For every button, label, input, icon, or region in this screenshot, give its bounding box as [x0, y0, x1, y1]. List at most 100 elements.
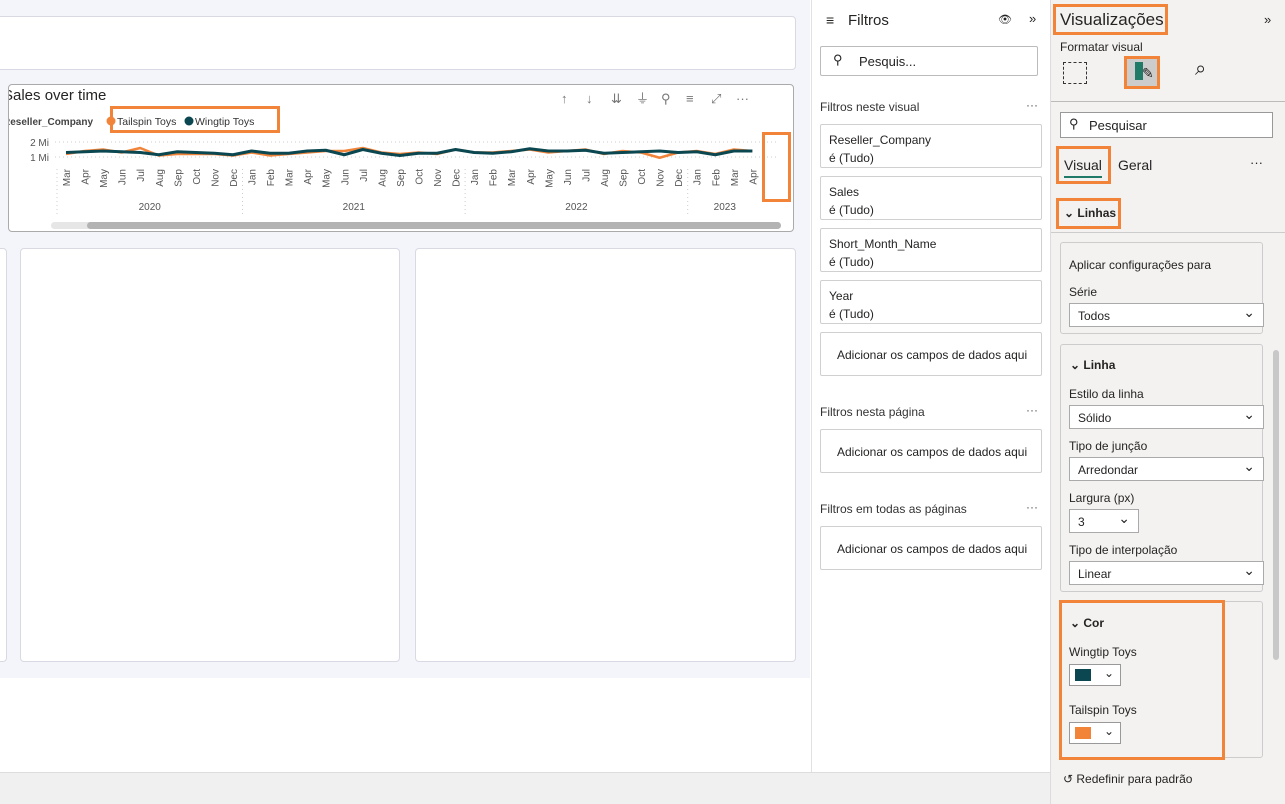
x-tick-label: Jul	[136, 169, 147, 182]
build-visual-icon[interactable]	[1063, 62, 1087, 84]
highlight-apr	[762, 132, 791, 202]
year-label: 2022	[565, 202, 588, 213]
visualizations-pane: Visualizações » Formatar visual ✎ ⌕ ⚲ Pes…	[1050, 0, 1285, 804]
chart-title: Sales over time	[9, 87, 106, 104]
visual-header-icon[interactable]: ⚲	[661, 91, 671, 106]
visual-header-icon[interactable]: ↓	[586, 91, 593, 106]
line-card: ⌄ Linha Estilo da linha Sólido Tipo de j…	[1060, 344, 1264, 592]
x-tick-label: Jan	[248, 169, 259, 185]
year-label: 2021	[343, 202, 366, 213]
filters-on-visual-label: Filtros neste visual	[820, 100, 920, 114]
visual-header-icon[interactable]: ⤢	[711, 91, 721, 106]
search-icon: ⚲	[1069, 116, 1079, 131]
x-tick-label: Aug	[377, 169, 388, 187]
add-fields-visual-drop[interactable]: Adicionar os campos de dados aqui	[820, 332, 1042, 376]
filter-field: Reseller_Company	[829, 133, 932, 147]
tab-visual[interactable]: Visual	[1064, 157, 1102, 178]
add-fields-page-drop[interactable]: Adicionar os campos de dados aqui	[820, 429, 1042, 473]
width-stepper[interactable]: 3	[1069, 509, 1139, 533]
visual-header-icon[interactable]: ⏚	[636, 91, 649, 106]
line-section-header[interactable]: ⌄ Linha	[1070, 358, 1115, 372]
line-label: Linha	[1083, 358, 1116, 372]
reset-label: Redefinir para padrão	[1076, 772, 1193, 786]
x-tick-label: Apr	[748, 168, 759, 184]
filters-on-page-label: Filtros nesta página	[820, 405, 925, 419]
filter-card[interactable]: Short_Month_Name é (Tudo)	[820, 228, 1042, 272]
y-tick-label: 1 Mi	[30, 153, 49, 164]
empty-visual[interactable]	[0, 248, 7, 662]
search-placeholder: Pesquis...	[859, 54, 917, 69]
x-tick-label: Sep	[396, 169, 407, 187]
line-style-dropdown[interactable]: Sólido	[1069, 405, 1264, 429]
report-page: Sales over time Reseller_Company Tailspin …	[0, 0, 810, 678]
more-icon[interactable]: ···	[1026, 500, 1038, 514]
add-fields-all-drop[interactable]: Adicionar os campos de dados aqui	[820, 526, 1042, 570]
series-dropdown[interactable]: Todos	[1069, 303, 1264, 327]
highlight-legend	[110, 106, 280, 133]
x-tick-label: Mar	[285, 168, 296, 186]
x-tick-label: Dec	[229, 169, 240, 187]
x-tick-label: Oct	[414, 169, 425, 185]
analytics-icon[interactable]: ⌕	[1195, 58, 1206, 81]
x-tick-label: Apr	[81, 168, 92, 184]
filter-icon: ≡	[826, 12, 835, 28]
x-tick-label: Apr	[303, 168, 314, 184]
divider	[1051, 101, 1285, 102]
visual-header-icon[interactable]: ≡	[686, 91, 694, 106]
interp-dropdown[interactable]: Linear	[1069, 561, 1264, 585]
more-icon[interactable]: ···	[1026, 98, 1038, 112]
empty-visual-top[interactable]	[0, 16, 796, 70]
search-placeholder: Pesquisar	[1089, 118, 1147, 133]
reset-button[interactable]: ↺ Redefinir para padrão	[1063, 772, 1192, 786]
interp-label: Tipo de interpolação	[1069, 543, 1178, 557]
visual-header-icon[interactable]: ···	[736, 91, 749, 106]
filter-value: é (Tudo)	[829, 307, 874, 321]
x-tick-label: Nov	[433, 169, 444, 187]
year-label: 2023	[714, 202, 737, 213]
visual-header-icon[interactable]: ↑	[561, 91, 568, 106]
filters-all-pages-label: Filtros em todas as páginas	[820, 502, 967, 516]
filter-field: Short_Month_Name	[829, 237, 937, 251]
width-label: Largura (px)	[1069, 491, 1135, 505]
x-tick-label: Oct	[637, 169, 648, 185]
x-tick-label: May	[99, 169, 110, 188]
viz-search-input[interactable]: ⚲ Pesquisar	[1060, 112, 1273, 138]
scrollbar-thumb[interactable]	[87, 222, 781, 229]
lines-section-header[interactable]: ⌄ Linhas	[1064, 206, 1116, 220]
filter-value: é (Tudo)	[829, 151, 874, 165]
x-tick-label: May	[322, 169, 333, 188]
more-icon[interactable]: ···	[1250, 155, 1263, 170]
empty-visual[interactable]	[415, 248, 796, 662]
x-tick-label: Mar	[730, 168, 741, 186]
x-tick-label: Mar	[507, 168, 518, 186]
lines-label: Linhas	[1077, 206, 1117, 220]
filters-title: Filtros	[848, 12, 889, 29]
x-tick-label: Oct	[192, 169, 203, 185]
x-tick-label: Feb	[489, 169, 500, 187]
join-type-dropdown[interactable]: Arredondar	[1069, 457, 1264, 481]
join-type-label: Tipo de junção	[1069, 439, 1148, 453]
x-tick-label: Feb	[711, 169, 722, 187]
tab-general[interactable]: Geral	[1118, 157, 1152, 173]
collapse-icon[interactable]: »	[1264, 12, 1271, 27]
scrollbar[interactable]	[1273, 350, 1279, 660]
apply-settings-label: Aplicar configurações para	[1069, 258, 1212, 272]
collapse-icon[interactable]: »	[1029, 11, 1036, 26]
empty-visual[interactable]	[20, 248, 400, 662]
format-visual-label: Formatar visual	[1060, 40, 1143, 54]
x-tick-label: Sep	[619, 169, 630, 187]
filter-card[interactable]: Sales é (Tudo)	[820, 176, 1042, 220]
filter-field: Year	[829, 289, 854, 303]
format-visual-icon[interactable]: ✎	[1124, 56, 1160, 89]
x-tick-label: Dec	[674, 169, 685, 187]
x-tick-label: Sep	[173, 169, 184, 187]
visual-header-icon[interactable]: ⇊	[611, 91, 622, 106]
line-style-label: Estilo da linha	[1069, 387, 1144, 401]
filter-card[interactable]: Year é (Tudo)	[820, 280, 1042, 324]
eye-icon[interactable]: 👁	[998, 13, 1012, 26]
x-tick-label: Jun	[118, 169, 129, 185]
filters-search-input[interactable]: ⚲ Pesquis...	[820, 46, 1038, 76]
divider	[1051, 232, 1285, 233]
more-icon[interactable]: ···	[1026, 403, 1038, 417]
filter-card[interactable]: Reseller_Company é (Tudo)	[820, 124, 1042, 168]
